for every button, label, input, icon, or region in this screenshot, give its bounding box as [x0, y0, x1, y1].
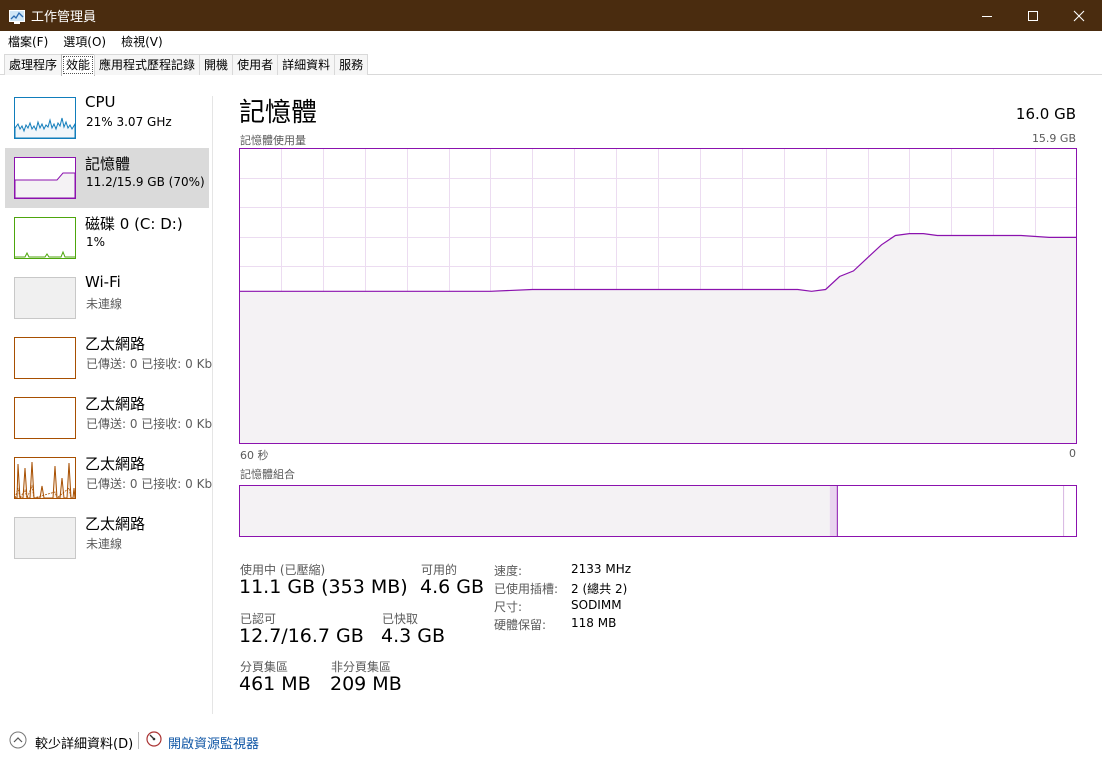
sidebar-item-label: 磁碟 0 (C: D:) — [85, 215, 183, 233]
minimize-icon — [982, 15, 992, 17]
sidebar-divider — [212, 96, 213, 714]
tab-services[interactable]: 服務 — [334, 54, 369, 75]
paged-pool-value: 461 MB — [239, 673, 311, 695]
sidebar-item-ethernet-2[interactable]: 乙太網路 已傳送: 0 已接收: 0 Kbps — [5, 388, 212, 448]
open-resource-monitor-link[interactable]: 開啟資源監視器 — [168, 733, 259, 752]
total-memory: 16.0 GB — [1015, 105, 1076, 123]
form-factor-label: 尺寸: — [494, 600, 523, 614]
sidebar-item-disk[interactable]: 磁碟 0 (C: D:) 1% — [5, 208, 209, 268]
performance-sidebar: CPU 21% 3.07 GHz 記憶體 11.2/15.9 GB (70%) … — [0, 76, 212, 726]
available-value: 4.6 GB — [420, 576, 485, 598]
title-bar: 工作管理員 — [0, 0, 1102, 31]
sidebar-item-label: CPU — [85, 93, 116, 111]
ethernet-thumbnail-graph — [14, 517, 76, 559]
sidebar-item-cpu[interactable]: CPU 21% 3.07 GHz — [5, 88, 209, 148]
graph-max-label: 15.9 GB — [1031, 132, 1076, 145]
disk-thumbnail-graph — [14, 217, 76, 259]
tab-performance[interactable]: 效能 — [61, 54, 96, 76]
ethernet-thumbnail-graph — [14, 457, 76, 499]
minimize-button[interactable] — [964, 0, 1010, 31]
chevron-up-circle-icon[interactable] — [9, 731, 27, 749]
sidebar-item-sub: 21% 3.07 GHz — [86, 115, 172, 129]
footer: 較少詳細資料(D) 開啟資源監視器 — [0, 727, 1102, 755]
slots-used-value: 2 (總共 2) — [571, 582, 628, 596]
form-factor-value: SODIMM — [571, 598, 622, 612]
tab-app-history[interactable]: 應用程式歷程記錄 — [94, 54, 201, 75]
wifi-thumbnail-graph — [14, 277, 76, 319]
tab-processes[interactable]: 處理程序 — [4, 54, 63, 75]
tab-users[interactable]: 使用者 — [232, 54, 279, 75]
cached-value: 4.3 GB — [381, 625, 446, 647]
sidebar-item-ethernet-3[interactable]: 乙太網路 已傳送: 0 已接收: 0 Kbps — [5, 448, 212, 508]
window-title: 工作管理員 — [31, 10, 97, 25]
menu-file[interactable]: 檔案(F) — [0, 33, 55, 50]
task-manager-icon — [9, 9, 25, 24]
resource-monitor-icon[interactable] — [146, 731, 162, 747]
slots-used-label: 已使用插槽: — [494, 582, 559, 596]
sidebar-item-wifi[interactable]: Wi-Fi 未連線 — [5, 268, 209, 328]
sidebar-item-sub: 未連線 — [86, 537, 123, 551]
sidebar-item-ethernet-1[interactable]: 乙太網路 已傳送: 0 已接收: 0 Kbps — [5, 328, 212, 388]
speed-value: 2133 MHz — [571, 562, 632, 576]
maximize-button[interactable] — [1010, 0, 1056, 31]
menu-options[interactable]: 選項(O) — [55, 33, 113, 50]
composition-label: 記憶體組合 — [240, 468, 295, 481]
tab-startup[interactable]: 開機 — [199, 54, 234, 75]
memory-usage-graph — [239, 148, 1077, 444]
maximize-icon — [1028, 10, 1038, 21]
memory-thumbnail-graph — [14, 157, 76, 199]
hardware-reserved-label: 硬體保留: — [494, 618, 547, 632]
in-use-value: 11.1 GB (353 MB) — [239, 576, 408, 598]
fewer-details-link[interactable]: 較少詳細資料(D) — [35, 733, 133, 752]
graph-label: 記憶體使用量 — [240, 134, 306, 147]
sidebar-item-sub: 已傳送: 0 已接收: 0 Kbps — [86, 417, 212, 431]
menu-view[interactable]: 檢視(V) — [113, 33, 170, 50]
ethernet-thumbnail-graph — [14, 397, 76, 439]
close-icon — [1073, 10, 1085, 21]
tab-bar: 處理程序 效能 應用程式歷程記錄 開機 使用者 詳細資料 服務 — [0, 51, 1102, 76]
sidebar-item-label: 乙太網路 — [85, 395, 146, 413]
sidebar-item-sub: 已傳送: 0 已接收: 0 Kbps — [86, 357, 212, 371]
composition-modified — [829, 485, 838, 537]
sidebar-item-label: 乙太網路 — [85, 455, 146, 473]
time-axis-end: 0 — [1069, 447, 1076, 460]
sidebar-item-sub: 11.2/15.9 GB (70%) — [86, 175, 205, 189]
menu-bar: 檔案(F) 選項(O) 檢視(V) — [0, 31, 1102, 51]
tab-details[interactable]: 詳細資料 — [277, 54, 336, 75]
ethernet-thumbnail-graph — [14, 337, 76, 379]
sidebar-item-sub: 1% — [86, 235, 106, 249]
sidebar-item-sub: 已傳送: 0 已接收: 0 Kbps — [86, 477, 212, 491]
nonpaged-pool-value: 209 MB — [330, 673, 402, 695]
footer-separator — [138, 732, 139, 749]
hardware-reserved-value: 118 MB — [571, 616, 617, 630]
committed-value: 12.7/16.7 GB — [239, 625, 364, 647]
composition-in-use — [239, 485, 830, 537]
sidebar-item-label: 乙太網路 — [85, 335, 146, 353]
sidebar-item-label: 乙太網路 — [85, 515, 146, 533]
sidebar-item-label: Wi-Fi — [85, 273, 121, 291]
time-axis-start: 60 秒 — [240, 449, 269, 462]
speed-label: 速度: — [494, 564, 523, 578]
sidebar-item-memory[interactable]: 記憶體 11.2/15.9 GB (70%) — [5, 148, 209, 208]
sidebar-item-ethernet-4[interactable]: 乙太網路 未連線 — [5, 508, 209, 568]
page-title: 記憶體 — [239, 98, 318, 128]
close-button[interactable] — [1056, 0, 1102, 31]
sidebar-item-label: 記憶體 — [85, 155, 131, 173]
memory-composition-bar — [239, 485, 1077, 537]
sidebar-item-sub: 未連線 — [86, 297, 123, 311]
cpu-thumbnail-graph — [14, 97, 76, 139]
